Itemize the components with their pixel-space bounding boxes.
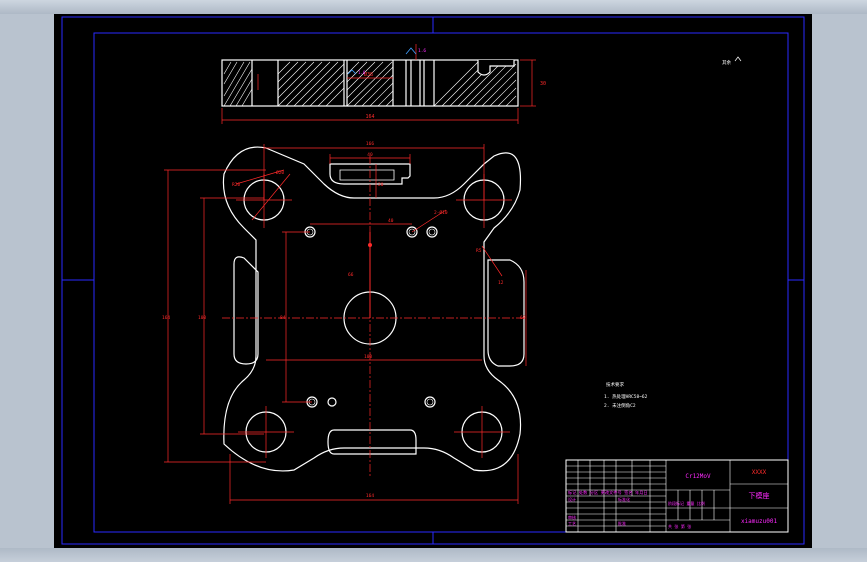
dim-right-height: 60	[520, 315, 526, 321]
window-chrome-bottom	[0, 548, 867, 562]
dim-center-height: 66	[348, 272, 354, 278]
dim-corner-radius: R20	[232, 182, 240, 188]
plan-view	[222, 146, 525, 472]
technical-notes: 技术要求 1. 热处理HRC58~62 2. 未注倒角C2	[604, 381, 648, 409]
notes-line-2: 2. 未注倒角C2	[604, 402, 636, 409]
title-sheet: 共 张 第 张	[668, 523, 691, 529]
dim-inner-height: 100	[198, 315, 206, 321]
center-point	[368, 243, 372, 247]
title-design: 设计	[568, 496, 576, 502]
right-slot	[487, 259, 525, 367]
dim-right-radius: R5	[476, 248, 482, 254]
plan-outline	[222, 146, 522, 472]
title-material: Cr12MoV	[685, 473, 711, 480]
small-hole-6	[424, 396, 436, 408]
title-approve: 批准	[618, 520, 626, 526]
title-row-header: 标记 处数 分区 更改文件号 签名 年月日	[568, 489, 648, 496]
cad-drawing: 164 30 Ø38 1.6 1.6 其余 166 40 20 R20 Ø20 …	[61, 16, 805, 545]
roughness-symbol	[405, 47, 417, 55]
notes-title: 技术要求	[606, 381, 624, 388]
title-process: 工艺	[568, 521, 576, 526]
title-review: 审核	[568, 514, 576, 520]
title-project-code: XXXX	[752, 469, 767, 476]
small-hole-5	[327, 397, 337, 407]
section-hatching	[223, 61, 517, 107]
notes-line-1: 1. 热处理HRC58~62	[604, 393, 648, 400]
dim-slot-width: 40	[367, 152, 373, 158]
dim-corner-hole: Ø20	[276, 169, 284, 176]
title-std: 标准化	[618, 496, 630, 502]
general-roughness-icon	[734, 56, 742, 62]
dim-bottom-inner: 100	[364, 354, 372, 360]
dim-left-height: 164	[162, 315, 170, 321]
drawing-sheet: 164 30 Ø38 1.6 1.6 其余 166 40 20 R20 Ø20 …	[54, 14, 812, 548]
dim-right-slot: 12	[498, 280, 504, 286]
inner-frame	[93, 32, 789, 533]
dim-slot-depth: 20	[378, 182, 384, 188]
title-part-name: 下模座	[749, 491, 770, 500]
title-block: Cr12MoV XXXX 下模座 xiamuzu001 标记 处数 分区 更改文…	[565, 459, 789, 533]
left-slot	[233, 256, 259, 365]
window-chrome-top	[0, 0, 867, 14]
outer-frame	[61, 16, 805, 545]
dim-top-width: 166	[366, 141, 374, 147]
dim-inner-small: 84	[280, 315, 286, 321]
small-hole-3	[426, 226, 438, 238]
dim-bottom-width: 164	[366, 493, 374, 499]
title-drawing-number: xiamuzu001	[741, 518, 778, 525]
section-mark: 1.6	[418, 48, 426, 54]
top-section-view: 164 30 Ø38 1.6 1.6	[221, 44, 546, 124]
roughness-mark: 1.6	[358, 70, 366, 75]
dim-hole-small: 2-Ø10	[434, 209, 448, 216]
general-roughness-text: 其余	[722, 59, 731, 66]
top-width-dim: 164	[365, 114, 374, 120]
dim-hole-spacing: 40	[388, 218, 394, 224]
top-height-dim: 30	[540, 81, 546, 87]
bottom-slot	[327, 429, 417, 455]
top-hole-dim: Ø38	[364, 71, 373, 78]
title-stage: 阶段标记 重量 比例	[668, 500, 705, 506]
